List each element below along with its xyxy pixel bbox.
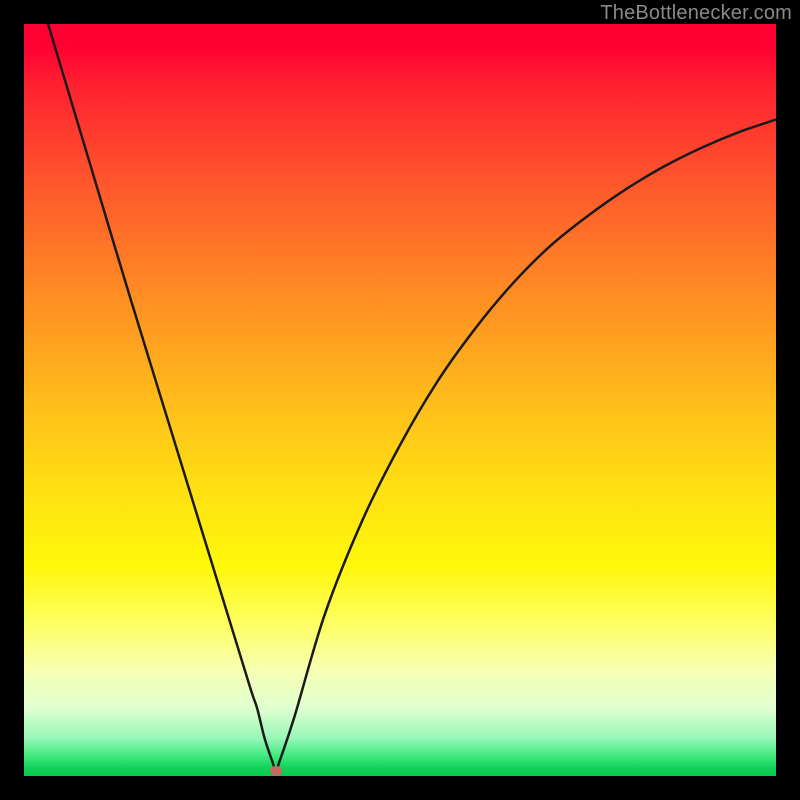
curve-svg <box>24 24 776 776</box>
bottleneck-curve <box>48 24 776 771</box>
plot-area <box>24 24 776 776</box>
chart-frame: TheBottlenecker.com <box>0 0 800 800</box>
optimum-marker <box>270 766 282 776</box>
watermark-text: TheBottlenecker.com <box>600 2 792 25</box>
